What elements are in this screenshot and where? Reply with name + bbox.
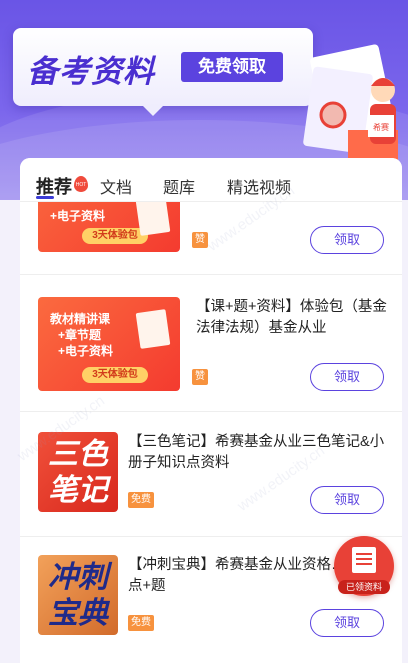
tab-documents[interactable]: 文档 [100, 174, 132, 198]
thumbnail-text: 笔记 [48, 474, 108, 507]
thumbnail-text: +电子资料 [58, 344, 114, 358]
thumbnail-text: 三色 [48, 438, 108, 471]
thumbnail-pill: 3天体验包 [82, 228, 148, 244]
hot-icon: HOT [74, 176, 88, 192]
item-thumbnail: 冲刺 宝典 [38, 555, 118, 635]
claim-button[interactable]: 领取 [310, 226, 384, 254]
free-claim-button[interactable]: 免费领取 [181, 52, 283, 82]
praise-badge: 赞 [192, 232, 208, 248]
mascot-label: 希赛 [373, 122, 389, 132]
tab-bar: 推荐 HOT 文档 题库 精选视频 [20, 158, 402, 202]
document-graphic [135, 309, 171, 349]
free-badge: 免费 [128, 492, 154, 508]
document-icon [352, 547, 376, 573]
praise-badge: 赞 [192, 369, 208, 385]
claim-button[interactable]: 领取 [310, 363, 384, 391]
tab-question-bank[interactable]: 题库 [163, 174, 195, 198]
tab-videos[interactable]: 精选视频 [227, 174, 291, 198]
list-item[interactable]: +电子资料 3天体验包 赞 领取 [20, 158, 402, 274]
mascot-illustration: 希赛 [303, 44, 398, 160]
item-title: 【三色笔记】希赛基金从业三色笔记&小册子知识点资料 [128, 434, 385, 471]
thumbnail-pill: 3天体验包 [82, 367, 148, 383]
document-graphic [135, 196, 171, 236]
claim-button[interactable]: 领取 [310, 486, 384, 514]
tab-active-indicator [36, 196, 54, 199]
thumbnail-text: 冲刺 [48, 561, 108, 594]
item-title: 【冲刺宝典】希赛基金从业资格…点+题 [128, 557, 346, 594]
item-thumbnail: 三色 笔记 [38, 432, 118, 512]
item-thumbnail: 教材精讲课 +章节题 +电子资料 3天体验包 [38, 297, 180, 391]
banner-title: 备考资料 [27, 54, 155, 89]
list-item[interactable]: 教材精讲课 +章节题 +电子资料 3天体验包 【课+题+资料】体验包（基金法律法… [20, 275, 402, 411]
free-badge: 免费 [128, 615, 154, 631]
item-title: 【课+题+资料】体验包（基金法律法规）基金从业 [196, 299, 387, 336]
thumbnail-text: +电子资料 [50, 209, 106, 223]
claimed-materials-button[interactable]: 已领资料 [334, 536, 394, 596]
thumbnail-text: +章节题 [58, 328, 102, 342]
claimed-materials-label: 已领资料 [338, 580, 390, 594]
thumbnail-text: 宝典 [48, 597, 108, 630]
claim-button[interactable]: 领取 [310, 609, 384, 637]
banner-card: 备考资料 免费领取 [13, 28, 313, 116]
list-item[interactable]: 三色 笔记 【三色笔记】希赛基金从业三色笔记&小册子知识点资料 免费 领取 [20, 412, 402, 536]
thumbnail-text: 教材精讲课 [50, 312, 111, 326]
